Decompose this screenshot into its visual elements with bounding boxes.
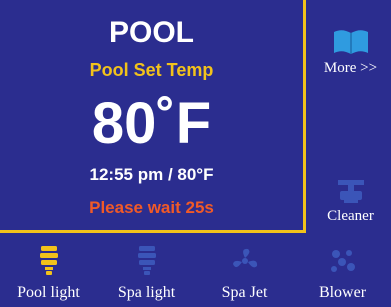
cleaner-icon — [310, 178, 391, 204]
pool-light-button[interactable]: Pool light — [0, 246, 97, 302]
cleaner-label: Cleaner — [327, 208, 374, 224]
blower-label: Blower — [318, 284, 367, 301]
bottom-toolbar: Pool light Spa light Spa Jet Blower — [0, 246, 391, 307]
pool-status-panel: POOL Pool Set Temp 80˚F 12:55 pm / 80°F … — [0, 0, 306, 233]
cleaner-button[interactable]: Cleaner — [310, 178, 391, 225]
spa-jet-button[interactable]: Spa Jet — [196, 246, 293, 302]
set-temp-value[interactable]: 80˚F — [0, 92, 303, 156]
book-icon — [310, 28, 391, 56]
bulb-icon — [98, 246, 195, 276]
bulb-icon — [0, 246, 97, 276]
fan-icon — [196, 246, 293, 276]
blower-button[interactable]: Blower — [294, 246, 391, 302]
spa-jet-label: Spa Jet — [221, 284, 268, 301]
more-label: More >> — [323, 60, 378, 76]
set-temp-label: Pool Set Temp — [89, 60, 214, 80]
page-title: POOL — [108, 16, 194, 49]
spa-light-label: Spa light — [117, 284, 176, 301]
time-temperature-readout: 12:55 pm / 80°F — [89, 165, 214, 184]
bubbles-icon — [294, 246, 391, 276]
pool-light-label: Pool light — [17, 284, 80, 301]
wait-message: Please wait 25s — [89, 198, 214, 217]
more-button[interactable]: More >> — [310, 28, 391, 77]
spa-light-button[interactable]: Spa light — [98, 246, 195, 302]
